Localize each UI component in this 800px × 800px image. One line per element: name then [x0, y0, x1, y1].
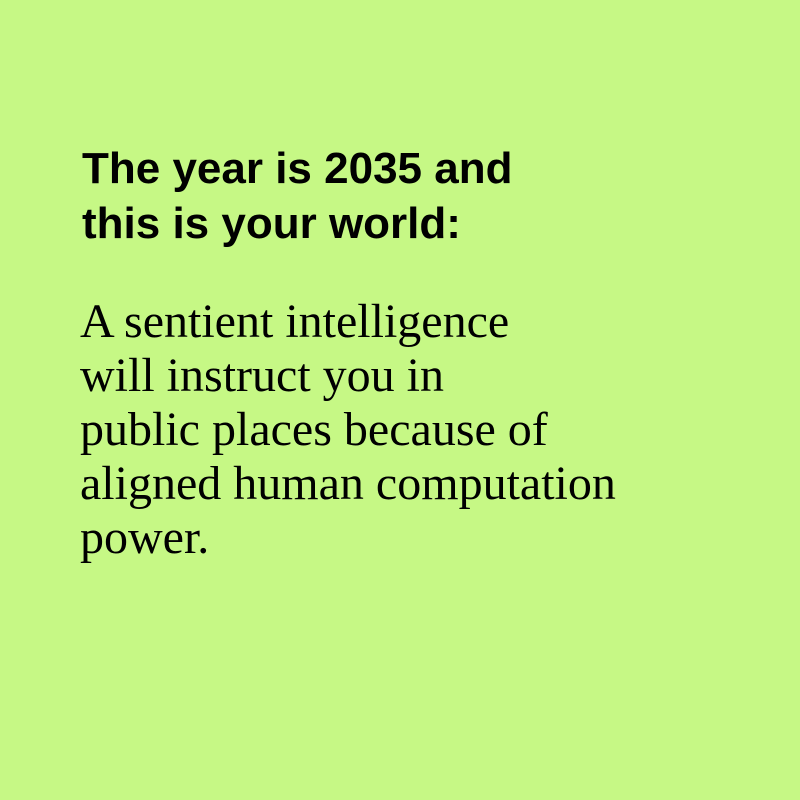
body-line: A sentient intelligence: [80, 295, 510, 348]
body-line: will instruct you in: [80, 349, 444, 402]
heading: The year is 2035 and this is your world:: [82, 141, 512, 251]
body-line: aligned human computation: [80, 457, 616, 510]
body-line: power.: [80, 511, 210, 564]
body-text: A sentient intelligence will instruct yo…: [80, 295, 616, 565]
heading-line: this is your world:: [82, 199, 461, 248]
heading-line: The year is 2035 and: [82, 144, 513, 193]
body-line: public places because of: [80, 403, 548, 456]
quote-card: The year is 2035 and this is your world:…: [0, 0, 800, 800]
